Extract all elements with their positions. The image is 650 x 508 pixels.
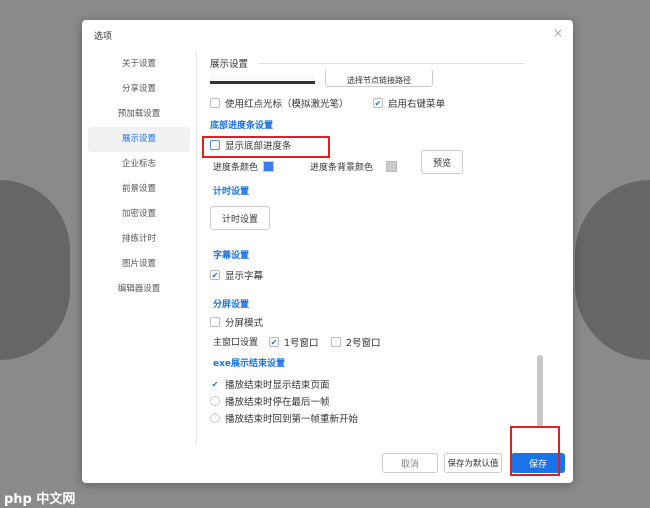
sidebar-item-encrypt[interactable]: 加密设置 [88,202,190,227]
divider [196,52,197,443]
watermark: php 中文网 [4,492,76,507]
sidebar-item-logo[interactable]: 企业标志 [88,152,190,177]
close-icon[interactable]: × [553,26,563,40]
sidebar-item-rehearsal[interactable]: 排练计时 [88,227,190,252]
sidebar-item-foreground[interactable]: 前景设置 [88,177,190,202]
preview-button[interactable]: 预览 [421,150,463,174]
end-opt3-radio[interactable] [210,413,220,423]
scrollbar[interactable] [537,355,543,427]
subtitle-checkbox[interactable]: ✔ [210,270,220,280]
sidebar-item-display[interactable]: 展示设置 [88,127,190,152]
progress-color-picker[interactable] [263,161,275,172]
main-window-label: 主窗口设置 [213,338,259,348]
end-opt1-radio[interactable]: ✔ [210,379,220,389]
section-exe-title: exe展示结束设置 [213,359,286,369]
divider [259,62,525,64]
window2-checkbox[interactable] [331,337,341,347]
red-dot-checkbox[interactable] [210,98,220,108]
section-display-title: 展示设置 [210,56,525,70]
section-timer-title: 计时设置 [213,187,250,197]
sidebar-item-about[interactable]: 关于设置 [88,52,190,77]
split-mode-checkbox[interactable] [210,317,220,327]
section-split-title: 分屏设置 [213,300,250,310]
sidebar-item-preload[interactable]: 预加载设置 [88,102,190,127]
section-subtitle-title: 字幕设置 [213,251,250,261]
end-opt2-radio[interactable] [210,396,220,406]
end-opt1-label: 播放结束时显示结束页面 [225,380,330,391]
highlight-box [510,426,560,476]
end-opt2-label: 播放结束时停在最后一帧 [225,397,330,408]
link-path-button[interactable]: 选择节点链接路径 [325,69,433,87]
background-shape-right [575,180,650,360]
background-shape-left [0,180,70,360]
highlight-box [202,136,330,158]
cancel-button[interactable]: 取消 [382,453,438,473]
sidebar-nav: 关于设置 分享设置 预加载设置 展示设置 企业标志 前景设置 加密设置 排练计时… [88,52,190,302]
window1-label: 1号窗口 [284,338,319,349]
right-menu-label: 启用右键菜单 [388,99,446,110]
dialog-title: 选项 [94,32,113,42]
progress-bg-color-picker[interactable] [386,161,398,172]
sidebar-item-share[interactable]: 分享设置 [88,77,190,102]
sidebar-item-image[interactable]: 图片设置 [88,252,190,277]
subtitle-label: 显示字幕 [225,271,264,282]
options-dialog: 选项 × 关于设置 分享设置 预加载设置 展示设置 企业标志 前景设置 加密设置… [82,20,573,483]
window2-label: 2号窗口 [346,338,381,349]
right-menu-checkbox[interactable]: ✔ [373,98,383,108]
timer-settings-button[interactable]: 计时设置 [210,206,270,230]
section-progress-title: 底部进度条设置 [210,121,274,131]
sidebar-item-editor[interactable]: 编辑器设置 [88,277,190,302]
end-opt3-label: 播放结束时回到第一帧重新开始 [225,414,359,425]
red-dot-label: 使用红点光标（模拟激光笔） [225,99,349,110]
progress-bg-color-label: 进度条背景颜色 [310,163,374,173]
preview-strip [210,74,315,84]
progress-color-label: 进度条颜色 [213,163,259,173]
window1-checkbox[interactable]: ✔ [269,337,279,347]
save-default-button[interactable]: 保存为默认值 [444,453,502,473]
section-display-label: 展示设置 [210,59,249,70]
split-mode-label: 分屏模式 [225,318,264,329]
